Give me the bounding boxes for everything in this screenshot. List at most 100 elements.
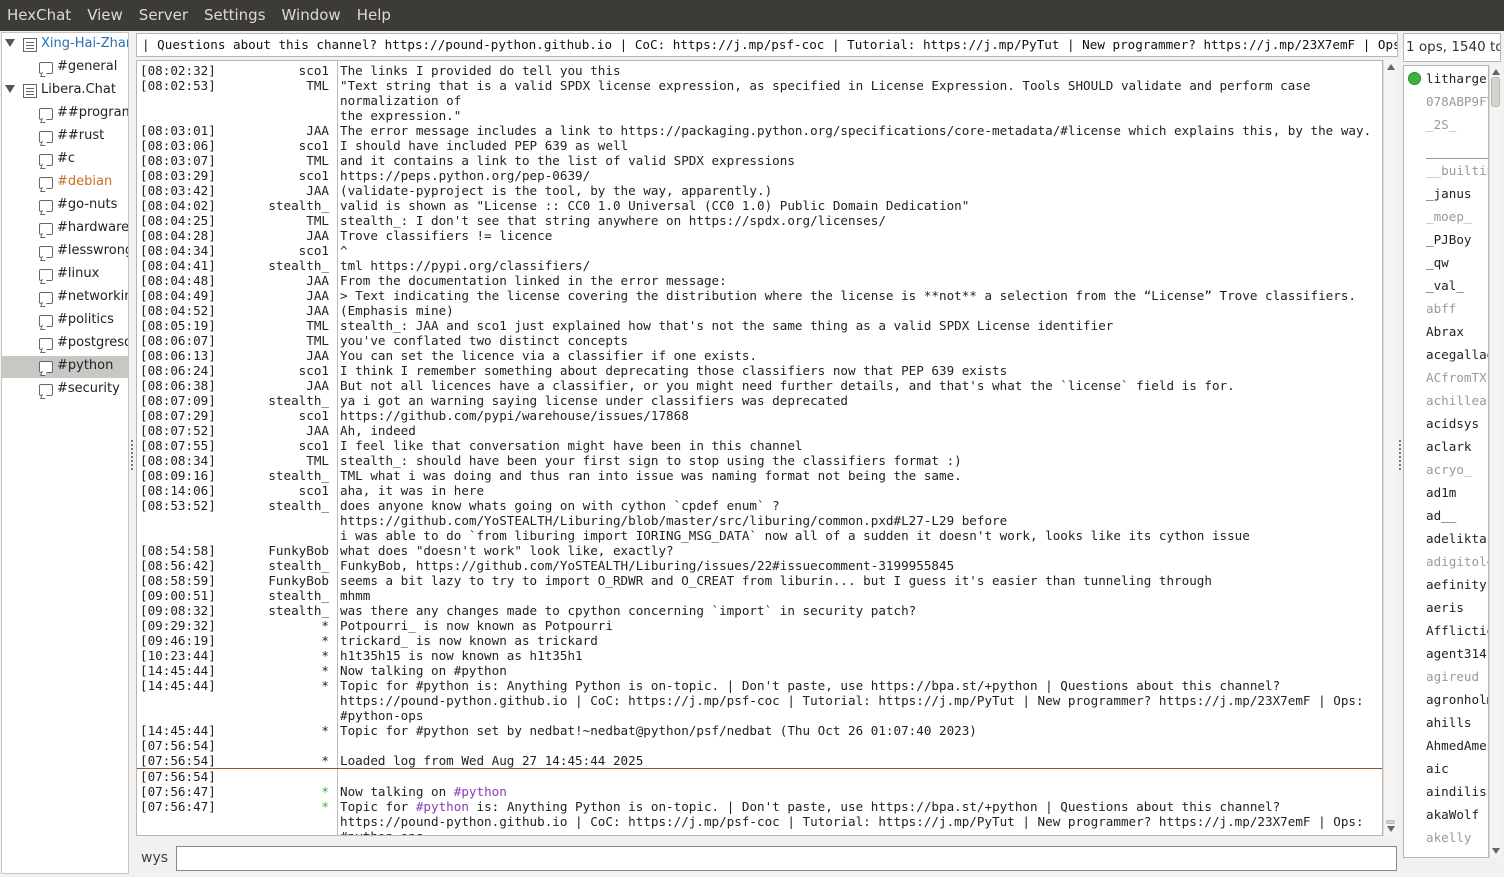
- message-input[interactable]: [176, 846, 1397, 871]
- chat-area[interactable]: [08:02:32] sco1 The links I provided do te…: [136, 60, 1383, 836]
- userlist-scrollbar[interactable]: [1489, 65, 1501, 858]
- nick[interactable]: sco1: [205, 408, 332, 423]
- nick[interactable]: TML: [205, 153, 332, 168]
- user-item[interactable]: abff: [1404, 297, 1488, 320]
- scroll-up-icon[interactable]: [1492, 69, 1500, 75]
- nick[interactable]: *: [205, 648, 332, 663]
- nick[interactable]: FunkyBob: [205, 543, 332, 558]
- pane-grip[interactable]: [1399, 440, 1401, 470]
- tree-channel[interactable]: #politics: [2, 310, 128, 332]
- nick[interactable]: stealth_: [205, 498, 332, 543]
- tree-server[interactable]: Libera.Chat: [2, 80, 128, 102]
- nick[interactable]: FunkyBob: [205, 573, 332, 588]
- expander-icon[interactable]: [5, 39, 15, 47]
- user-item[interactable]: _qw: [1404, 251, 1488, 274]
- nick[interactable]: *: [205, 799, 332, 835]
- tree-channel[interactable]: ##rust: [2, 126, 128, 148]
- nick[interactable]: stealth_: [205, 603, 332, 618]
- expander-icon[interactable]: [5, 85, 15, 93]
- nick[interactable]: sco1: [205, 168, 332, 183]
- user-item[interactable]: aindilis: [1404, 780, 1488, 803]
- user-item[interactable]: 078ABP9FY: [1404, 90, 1488, 113]
- nick[interactable]: JAA: [205, 288, 332, 303]
- input-nick-label[interactable]: wys: [141, 850, 168, 866]
- nick[interactable]: TML: [205, 318, 332, 333]
- user-item[interactable]: agronholm: [1404, 688, 1488, 711]
- menu-server[interactable]: Server: [131, 0, 196, 31]
- menu-help[interactable]: Help: [349, 0, 399, 31]
- tree-channel[interactable]: #security: [2, 379, 128, 401]
- tree-channel[interactable]: #linux: [2, 264, 128, 286]
- topic-bar[interactable]: | Questions about this channel? https://…: [136, 33, 1398, 57]
- nick[interactable]: JAA: [205, 123, 332, 138]
- user-item[interactable]: adigitoleo: [1404, 550, 1488, 573]
- nick[interactable]: sco1: [205, 483, 332, 498]
- nick[interactable]: stealth_: [205, 588, 332, 603]
- user-item[interactable]: _val_: [1404, 274, 1488, 297]
- user-item[interactable]: AhmedAmer: [1404, 734, 1488, 757]
- tree-channel[interactable]: #c: [2, 149, 128, 171]
- user-item[interactable]: __builtins: [1404, 159, 1488, 182]
- user-item[interactable]: adeliktas: [1404, 527, 1488, 550]
- tree-channel[interactable]: #hardware: [2, 218, 128, 240]
- tree-channel[interactable]: #debian: [2, 172, 128, 194]
- user-item[interactable]: agent314: [1404, 642, 1488, 665]
- user-item[interactable]: litharge: [1404, 67, 1488, 90]
- tree-channel[interactable]: ##programming: [2, 103, 128, 125]
- user-item[interactable]: _PJBoy: [1404, 228, 1488, 251]
- user-item[interactable]: _2S_: [1404, 113, 1488, 136]
- nick[interactable]: JAA: [205, 183, 332, 198]
- nick[interactable]: [205, 738, 332, 753]
- tree-channel[interactable]: #python: [2, 356, 128, 378]
- nick[interactable]: *: [205, 663, 332, 678]
- nick[interactable]: JAA: [205, 378, 332, 393]
- user-item[interactable]: aic: [1404, 757, 1488, 780]
- user-item[interactable]: Abrax: [1404, 320, 1488, 343]
- user-item[interactable]: agireud: [1404, 665, 1488, 688]
- nick[interactable]: JAA: [205, 348, 332, 363]
- user-item[interactable]: _janus: [1404, 182, 1488, 205]
- tree-channel[interactable]: #lesswrong: [2, 241, 128, 263]
- nick[interactable]: JAA: [205, 228, 332, 243]
- menu-hexchat[interactable]: HexChat: [0, 0, 79, 31]
- nick[interactable]: *: [205, 678, 332, 723]
- user-item[interactable]: ad__: [1404, 504, 1488, 527]
- nick[interactable]: JAA: [205, 423, 332, 438]
- user-item[interactable]: ad1m: [1404, 481, 1488, 504]
- nick[interactable]: sco1: [205, 363, 332, 378]
- user-item[interactable]: ahills: [1404, 711, 1488, 734]
- nick[interactable]: [205, 769, 332, 784]
- nick[interactable]: *: [205, 633, 332, 648]
- tree-channel[interactable]: #postgresql: [2, 333, 128, 355]
- nick[interactable]: stealth_: [205, 198, 332, 213]
- scroll-up-icon[interactable]: [1387, 64, 1395, 70]
- user-item[interactable]: akaWolf: [1404, 803, 1488, 826]
- nick[interactable]: stealth_: [205, 393, 332, 408]
- tree-channel[interactable]: #networking: [2, 287, 128, 309]
- nick[interactable]: TML: [205, 78, 332, 123]
- scroll-thumb[interactable]: [1491, 77, 1500, 107]
- user-item[interactable]: Affliction: [1404, 619, 1488, 642]
- nick[interactable]: stealth_: [205, 558, 332, 573]
- nick[interactable]: sco1: [205, 138, 332, 153]
- nick[interactable]: TML: [205, 333, 332, 348]
- menu-view[interactable]: View: [79, 0, 131, 31]
- user-item[interactable]: _moep_: [1404, 205, 1488, 228]
- nick[interactable]: sco1: [205, 438, 332, 453]
- nick[interactable]: JAA: [205, 303, 332, 318]
- nick[interactable]: sco1: [205, 243, 332, 258]
- user-item[interactable]: aclark: [1404, 435, 1488, 458]
- user-item[interactable]: acegallagher: [1404, 343, 1488, 366]
- nick[interactable]: sco1: [205, 63, 332, 78]
- tree-channel[interactable]: #go-nuts: [2, 195, 128, 217]
- nick[interactable]: *: [205, 784, 332, 799]
- nick[interactable]: *: [205, 723, 332, 738]
- pane-grip[interactable]: [131, 440, 133, 470]
- nick[interactable]: stealth_: [205, 258, 332, 273]
- nick[interactable]: *: [205, 753, 332, 768]
- scroll-down-icon[interactable]: [1387, 826, 1395, 832]
- menu-window[interactable]: Window: [274, 0, 349, 31]
- nick[interactable]: TML: [205, 453, 332, 468]
- menu-settings[interactable]: Settings: [196, 0, 274, 31]
- nick[interactable]: JAA: [205, 273, 332, 288]
